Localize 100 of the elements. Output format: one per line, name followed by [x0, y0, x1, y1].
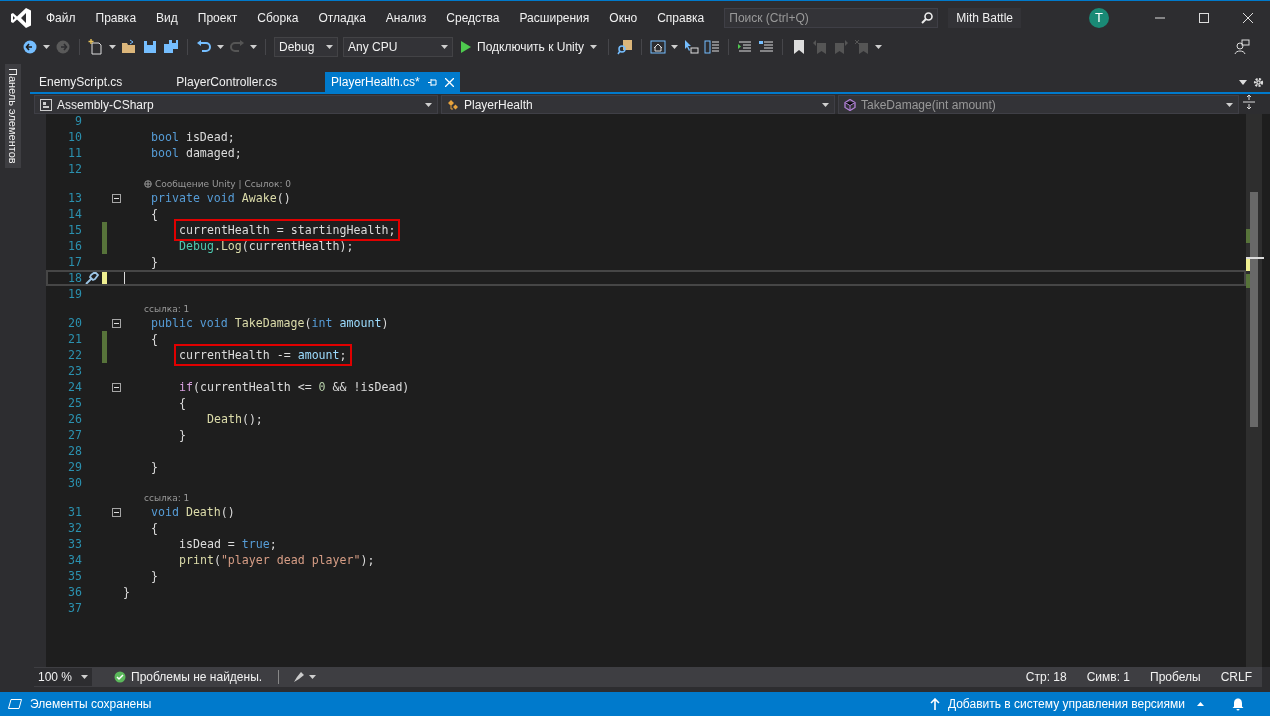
undo-icon[interactable] [196, 39, 212, 55]
comment-icon[interactable] [758, 39, 775, 55]
list-icon[interactable] [704, 39, 721, 55]
dropdown-caret-icon[interactable] [326, 45, 333, 49]
collapse-icon[interactable] [111, 507, 121, 517]
collapse-icon[interactable] [111, 318, 121, 328]
menu-item[interactable]: Сборка [247, 7, 309, 28]
menu-item[interactable]: Окно [599, 7, 648, 28]
caret-icon[interactable] [671, 45, 679, 49]
collapse-icon[interactable] [111, 193, 121, 203]
quick-actions-icon[interactable] [85, 271, 99, 285]
code-line: print("player dead player"); [178, 553, 376, 567]
caret-icon[interactable] [109, 45, 116, 49]
line-number: 36 [67, 585, 82, 599]
menu-item[interactable]: Средства [436, 7, 510, 28]
open-folder-icon[interactable] [121, 39, 137, 55]
menu-item[interactable]: Проект [187, 7, 248, 28]
line-number: 18 [67, 271, 82, 285]
output-window-icon[interactable] [8, 699, 22, 709]
vertical-scrollbar[interactable] [1246, 114, 1262, 667]
configuration-dropdown[interactable]: Debug [274, 37, 338, 57]
collapse-icon[interactable] [111, 382, 121, 392]
code-line: public void TakeDamage(int amount) [150, 316, 390, 330]
code-line: } [122, 585, 131, 599]
window-home-icon[interactable] [650, 39, 667, 55]
play-icon [461, 41, 471, 53]
menu-item[interactable]: Расширения [509, 7, 600, 28]
start-button[interactable]: Подключить к Unity [458, 37, 601, 57]
brush-icon[interactable] [293, 671, 306, 683]
code-lens-text[interactable]: Сообщение Unity | Ссылок: 0 [144, 178, 292, 189]
column-position[interactable]: Симв: 1 [1086, 670, 1131, 684]
file-tab[interactable]: EnemyScript.cs [33, 72, 129, 92]
line-position[interactable]: Стр: 18 [1025, 670, 1067, 684]
menu-item[interactable]: Отладка [308, 7, 376, 28]
line-number: 33 [67, 537, 82, 551]
caret-icon[interactable] [250, 45, 257, 49]
code-line: isDead = true; [178, 537, 278, 551]
dropdown-caret-icon[interactable] [81, 675, 88, 679]
line-number: 14 [67, 207, 82, 221]
zoom-dropdown[interactable]: 100 % [34, 668, 92, 686]
settings-icon[interactable] [1253, 76, 1264, 88]
solution-name: Mith Battle [948, 7, 1021, 28]
menu-item[interactable]: Вид [146, 7, 188, 28]
menu-item[interactable]: Правка [85, 7, 147, 28]
tab-list-caret-icon[interactable] [1239, 79, 1247, 85]
class-icon [447, 98, 459, 111]
caret-up-icon[interactable] [1197, 702, 1204, 706]
line-number: 24 [67, 380, 82, 394]
save-icon[interactable] [142, 39, 158, 55]
caret-icon[interactable] [309, 675, 317, 679]
split-window-icon[interactable] [1242, 95, 1256, 109]
side-panel-tab[interactable]: Панель элементов [5, 64, 21, 168]
maximize-icon[interactable] [1199, 12, 1209, 23]
back-icon[interactable] [22, 39, 38, 55]
file-tab[interactable]: PlayerHealth.cs* [325, 72, 460, 92]
pin-icon[interactable] [427, 77, 437, 87]
menu-item[interactable]: Файл [36, 7, 86, 28]
new-item-icon[interactable] [88, 39, 104, 55]
dropdown-caret-icon[interactable] [425, 102, 432, 107]
overflow-caret-icon[interactable] [875, 45, 883, 49]
member-dropdown[interactable]: TakeDamage(int amount) [838, 95, 1239, 114]
feedback-icon[interactable] [1234, 39, 1250, 55]
file-tab[interactable]: PlayerController.cs [170, 72, 284, 92]
search-field[interactable]: Поиск (Ctrl+Q) [724, 7, 939, 28]
search-icon [921, 11, 934, 24]
caret-icon[interactable] [217, 45, 224, 49]
line-endings[interactable]: CRLF [1220, 670, 1252, 684]
account-avatar[interactable]: T [1089, 7, 1109, 28]
code-line: } [150, 460, 159, 474]
project-dropdown[interactable]: Assembly-CSharp [34, 95, 438, 114]
save-all-icon[interactable] [163, 39, 179, 55]
platform-dropdown[interactable]: Any CPU [343, 37, 453, 57]
line-number: 23 [67, 364, 82, 378]
find-in-files-icon[interactable] [617, 39, 634, 55]
caret-icon[interactable] [590, 45, 598, 49]
issues-status[interactable]: Проблемы не найдены. [131, 670, 263, 684]
project-icon [40, 98, 52, 111]
caret-icon[interactable] [43, 45, 50, 49]
code-line: { [150, 521, 159, 535]
code-lens-text[interactable]: ссылка: 1 [144, 492, 190, 503]
source-control-button[interactable]: Добавить в систему управления версиями [947, 697, 1185, 711]
line-number: 13 [67, 191, 82, 205]
line-number: 9 [74, 114, 82, 128]
code-lens-text[interactable]: ссылка: 1 [144, 303, 190, 314]
pointer-icon[interactable] [683, 39, 700, 55]
dropdown-caret-icon[interactable] [441, 45, 448, 49]
notification-bell-icon[interactable] [1232, 697, 1244, 711]
indent-icon[interactable] [737, 39, 754, 55]
scroll-thumb[interactable] [1250, 192, 1258, 427]
line-number: 29 [67, 460, 82, 474]
whitespace-mode[interactable]: Пробелы [1150, 670, 1201, 684]
type-dropdown[interactable]: PlayerHealth [441, 95, 835, 114]
menu-item[interactable]: Справка [647, 7, 715, 28]
menu-item[interactable]: Анализ [375, 7, 437, 28]
code-line: bool damaged; [150, 146, 243, 160]
line-number: 22 [67, 348, 82, 362]
line-number: 34 [67, 553, 82, 567]
close-icon[interactable] [1243, 12, 1253, 23]
dropdown-caret-icon[interactable] [822, 102, 829, 107]
dropdown-caret-icon[interactable] [1226, 102, 1233, 107]
